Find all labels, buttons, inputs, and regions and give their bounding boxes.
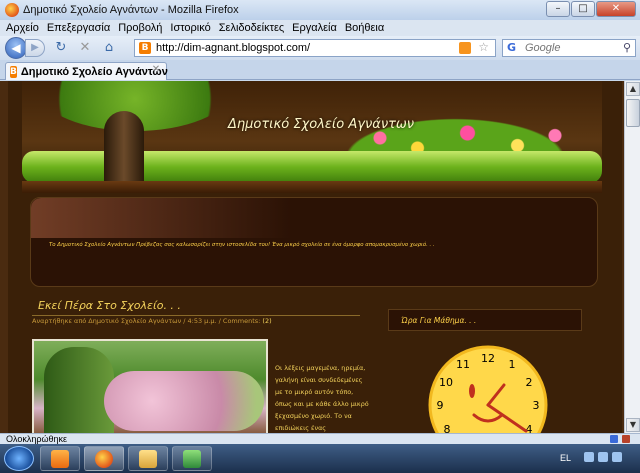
clock-widget: 12 1 2 3 4 8 9 10 11: [428, 345, 548, 433]
window-titlebar: Δημοτικό Σχολείο Αγνάντων - Mozilla Fire…: [0, 0, 640, 20]
photo-flowers: [104, 371, 264, 431]
leaves-decoration: [31, 198, 291, 238]
forward-arrow-icon: ▶: [31, 42, 39, 53]
rss-feed-icon[interactable]: [459, 42, 471, 54]
post-meta: Αναρτήθηκε από Δημοτικό Σχολείο Αγνάντων…: [32, 317, 272, 325]
menu-file[interactable]: Αρχείο: [6, 22, 39, 34]
back-arrow-icon: ◀: [11, 41, 21, 55]
post-photo[interactable]: [32, 339, 268, 433]
google-icon[interactable]: G: [507, 41, 521, 55]
clock-number-2: 2: [526, 376, 533, 389]
system-tray: [584, 452, 622, 462]
post-body-text: Οι λέξεις μαγεμένα, ηρεμία, γαλήνη είναι…: [275, 364, 369, 432]
status-bar: Ολοκληρώθηκε: [0, 433, 640, 444]
status-text: Ολοκληρώθηκε: [6, 434, 68, 444]
clock-number-12: 12: [481, 352, 495, 365]
media-player-icon: [51, 449, 69, 468]
search-icon[interactable]: ⚲: [623, 41, 631, 54]
window-controls: – □ ✕: [546, 1, 636, 17]
scroll-up-icon[interactable]: ▲: [626, 82, 640, 96]
menu-view[interactable]: Προβολή: [118, 22, 162, 34]
close-button[interactable]: ✕: [596, 1, 636, 17]
comments-link[interactable]: (2): [262, 317, 271, 325]
firefox-taskbar-icon: [95, 449, 113, 468]
home-icon[interactable]: ⌂: [101, 40, 117, 56]
tab-close-icon[interactable]: ✕: [150, 64, 162, 76]
reload-icon[interactable]: ↻: [53, 40, 69, 56]
tree-trunk-image: [104, 111, 144, 191]
forward-button[interactable]: ▶: [25, 39, 45, 57]
minimize-button[interactable]: –: [546, 1, 570, 17]
site-favicon-icon: B: [139, 42, 151, 54]
taskbar-explorer[interactable]: [128, 446, 168, 471]
address-bar[interactable]: B http://dim-agnant.blogspot.com/ ☆: [134, 39, 496, 57]
search-box[interactable]: G ⚲: [502, 39, 636, 57]
sidebar-title: Ώρα Για Μάθημα. . .: [401, 316, 477, 325]
ground-image: [22, 181, 602, 193]
scroll-down-icon[interactable]: ▼: [626, 418, 640, 432]
menu-history[interactable]: Ιστορικό: [170, 22, 210, 34]
taskbar-firefox[interactable]: [84, 446, 124, 471]
back-button[interactable]: ◀: [5, 37, 27, 59]
clock-number-3: 3: [533, 399, 540, 412]
addon-icon[interactable]: [610, 435, 618, 443]
language-indicator[interactable]: EL: [560, 453, 571, 463]
menu-bookmarks[interactable]: Σελιδοδείκτες: [219, 22, 284, 34]
menu-help[interactable]: Βοήθεια: [345, 22, 384, 34]
folder-icon: [139, 449, 157, 468]
messenger-icon: [183, 449, 201, 468]
taskbar-messenger[interactable]: [172, 446, 212, 471]
scroll-thumb[interactable]: [626, 99, 640, 127]
tray-volume-icon[interactable]: [612, 452, 622, 462]
post-divider: [32, 315, 360, 316]
taskbar-media-player[interactable]: [40, 446, 80, 471]
menu-edit[interactable]: Επεξεργασία: [47, 22, 110, 34]
page-viewport: Δημοτικό Σχολείο Αγνάντων Το Δημοτικό Σχ…: [0, 81, 624, 433]
post-title[interactable]: Εκεί Πέρα Στο Σχολείο. . .: [38, 299, 181, 312]
blog-title[interactable]: Δημοτικό Σχολείο Αγνάντων: [228, 117, 414, 132]
clock-left-eye: [469, 384, 475, 398]
tab-bar: B Δημοτικό Σχολείο Αγνάντων ✕: [0, 60, 640, 80]
maximize-button[interactable]: □: [571, 1, 595, 17]
clock-number-1: 1: [509, 358, 516, 371]
tab-favicon-icon: B: [10, 65, 17, 78]
status-icons: [610, 435, 630, 443]
blog-description-box: Το Δημοτικό Σχολείο Αγνάντων Πρέβεζας σα…: [30, 197, 598, 287]
window-title: Δημοτικό Σχολείο Αγνάντων - Mozilla Fire…: [23, 4, 239, 16]
windows-taskbar: EL: [0, 444, 640, 473]
blog-description: Το Δημοτικό Σχολείο Αγνάντων Πρέβεζας σα…: [49, 242, 435, 248]
search-input[interactable]: [525, 41, 625, 55]
vertical-scrollbar[interactable]: ▲ ▼: [624, 81, 640, 433]
navigation-toolbar: ◀ ▶ ↻ ✕ ⌂ B http://dim-agnant.blogspot.c…: [0, 36, 640, 60]
tab-blog[interactable]: B Δημοτικό Σχολείο Αγνάντων ✕: [5, 62, 168, 80]
security-icon[interactable]: [622, 435, 630, 443]
start-button[interactable]: [4, 446, 34, 471]
clock-number-8: 8: [444, 423, 451, 433]
post-meta-text: Αναρτήθηκε από Δημοτικό Σχολείο Αγνάντων…: [32, 317, 261, 325]
clock-number-9: 9: [437, 399, 444, 412]
menu-tools[interactable]: Εργαλεία: [292, 22, 337, 34]
tab-label: Δημοτικό Σχολείο Αγνάντων: [20, 65, 168, 78]
clock-number-11: 11: [456, 358, 470, 371]
tray-network-icon[interactable]: [598, 452, 608, 462]
menu-bar: Αρχείο Επεξεργασία Προβολή Ιστορικό Σελι…: [0, 20, 640, 36]
url-text[interactable]: http://dim-agnant.blogspot.com/: [156, 42, 310, 54]
clock-number-10: 10: [439, 376, 453, 389]
sidebar-widget-header: Ώρα Για Μάθημα. . .: [388, 309, 582, 331]
photo-tree: [44, 347, 114, 433]
stop-icon[interactable]: ✕: [77, 40, 93, 56]
firefox-icon: [5, 3, 19, 17]
tray-flag-icon[interactable]: [584, 452, 594, 462]
bookmark-star-icon[interactable]: ☆: [478, 40, 489, 54]
